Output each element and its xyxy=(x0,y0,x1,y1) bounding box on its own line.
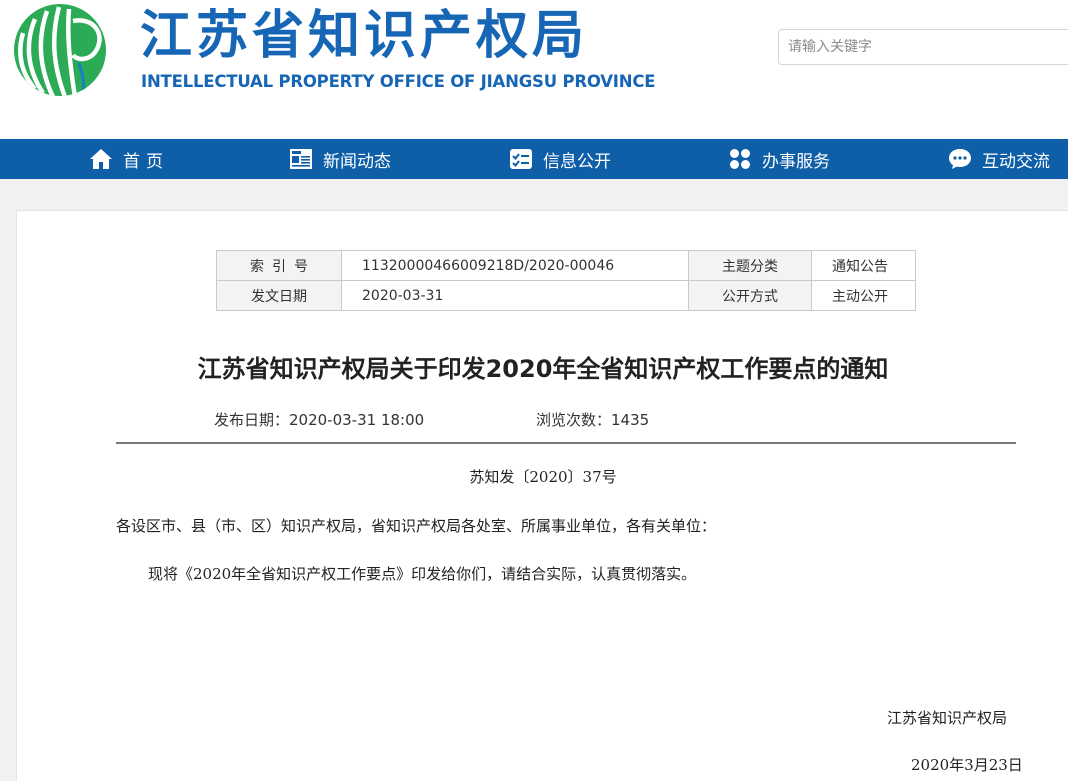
nav-item-label: 办事服务 xyxy=(762,151,830,172)
nav-item-label: 信息公开 xyxy=(543,151,611,172)
newspaper-icon xyxy=(289,147,313,171)
publish-date: 发布日期：2020-03-31 18:00 xyxy=(214,411,425,429)
search-input[interactable] xyxy=(778,29,1068,65)
salutation: 各设区市、县（市、区）知识产权局，省知识产权局各处室、所属事业单位，各有关单位： xyxy=(116,517,717,535)
meta-value-category: 通知公告 xyxy=(811,250,916,281)
signature-date: 2020年3月23日 xyxy=(911,756,1023,774)
nav-item-home[interactable]: 首页 xyxy=(89,139,169,179)
table-row: 索引号 11320000466009218D/2020-00046 主题分类 通… xyxy=(216,250,916,281)
nav-item-interaction[interactable]: 互动交流 xyxy=(948,139,1050,179)
nav-item-label: 互动交流 xyxy=(982,151,1050,172)
jiangsu-ip-logo-icon[interactable] xyxy=(13,3,107,97)
meta-value-index: 11320000466009218D/2020-00046 xyxy=(341,250,689,281)
meta-value-date: 2020-03-31 xyxy=(341,280,689,311)
table-row: 发文日期 2020-03-31 公开方式 主动公开 xyxy=(216,280,916,311)
nav-item-label: 首页 xyxy=(123,151,169,172)
nav-item-services[interactable]: 办事服务 xyxy=(728,139,830,179)
article-title: 江苏省知识产权局关于印发2020年全省知识产权工作要点的通知 xyxy=(197,355,889,383)
chat-icon xyxy=(948,147,972,171)
main-nav: 首页 新闻动态 信息公开 办事服务 互动交流 xyxy=(0,139,1068,179)
nav-item-label: 新闻动态 xyxy=(323,151,391,172)
meta-value-mode: 主动公开 xyxy=(811,280,916,311)
nav-item-info-disclosure[interactable]: 信息公开 xyxy=(509,139,611,179)
meta-label-mode: 公开方式 xyxy=(688,280,812,311)
checklist-icon xyxy=(509,147,533,171)
view-count: 浏览次数：1435 xyxy=(536,411,650,429)
site-header: 江苏省知识产权局 INTELLECTUAL PROPERTY OFFICE OF… xyxy=(0,0,1068,139)
body-paragraph: 现将《2020年全省知识产权工作要点》印发给你们，请结合实际，认真贯彻落实。 xyxy=(148,565,697,583)
divider xyxy=(116,442,1016,444)
site-subtitle: INTELLECTUAL PROPERTY OFFICE OF JIANGSU … xyxy=(141,72,656,91)
site-title[interactable]: 江苏省知识产权局 xyxy=(140,6,588,66)
meta-label-category: 主题分类 xyxy=(688,250,812,281)
meta-label-index: 索引号 xyxy=(216,250,342,281)
meta-label-date: 发文日期 xyxy=(216,280,342,311)
nav-item-news[interactable]: 新闻动态 xyxy=(289,139,391,179)
article-panel: 索引号 11320000466009218D/2020-00046 主题分类 通… xyxy=(16,210,1068,781)
signature: 江苏省知识产权局 xyxy=(887,709,1008,727)
grid-icon xyxy=(728,147,752,171)
document-number: 苏知发〔2020〕37号 xyxy=(469,468,617,486)
document-meta-table: 索引号 11320000466009218D/2020-00046 主题分类 通… xyxy=(216,250,916,311)
home-icon xyxy=(89,147,113,171)
